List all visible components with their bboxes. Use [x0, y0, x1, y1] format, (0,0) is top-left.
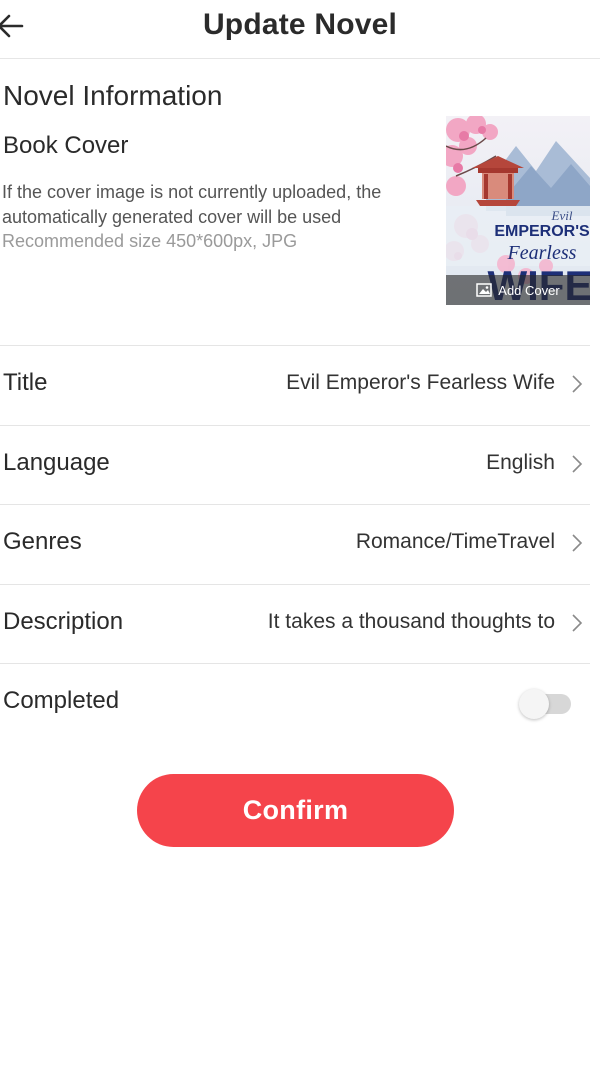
- completed-toggle[interactable]: [519, 689, 573, 719]
- toggle-knob: [519, 689, 549, 719]
- cover-size-hint: Recommended size 450*600px, JPG: [2, 231, 298, 251]
- add-cover-overlay[interactable]: Add Cover: [446, 275, 590, 305]
- language-value: English: [486, 451, 555, 474]
- description-label: Description: [3, 608, 124, 635]
- top-bar: Update Novel: [0, 0, 600, 59]
- title-label: Title: [3, 369, 48, 396]
- description-value: It takes a thousand thoughts to: [267, 610, 555, 633]
- title-value: Evil Emperor's Fearless Wife: [286, 371, 555, 394]
- chevron-right-icon: [572, 375, 583, 393]
- book-cover-label: Book Cover: [3, 132, 129, 159]
- genres-value: Romance/TimeTravel: [355, 530, 555, 553]
- language-label: Language: [3, 449, 110, 476]
- chevron-right-icon: [572, 534, 583, 552]
- cover-title-line2: EMPEROR'S: [494, 223, 590, 240]
- confirm-button[interactable]: Confirm: [137, 774, 454, 847]
- cover-title-line3: Fearless: [507, 242, 577, 264]
- chevron-right-icon: [572, 614, 583, 632]
- language-row[interactable]: Language English: [0, 426, 590, 505]
- completed-label: Completed: [3, 687, 120, 714]
- completed-row: Completed: [0, 664, 590, 743]
- chevron-right-icon: [572, 455, 583, 473]
- section-title: Novel Information: [3, 80, 223, 111]
- cover-title-line1: Evil: [551, 208, 573, 223]
- page-title: Update Novel: [202, 8, 398, 41]
- image-icon: [476, 283, 493, 297]
- description-row[interactable]: Description It takes a thousand thoughts…: [0, 585, 590, 664]
- title-row[interactable]: Title Evil Emperor's Fearless Wife: [0, 346, 590, 425]
- book-cover-upload[interactable]: Evil EMPEROR'S Fearless WIFE Add Cover: [446, 116, 590, 305]
- add-cover-label: Add Cover: [498, 282, 560, 298]
- genres-label: Genres: [3, 528, 82, 555]
- genres-row[interactable]: Genres Romance/TimeTravel: [0, 505, 590, 584]
- cover-note: If the cover image is not currently uplo…: [2, 182, 382, 227]
